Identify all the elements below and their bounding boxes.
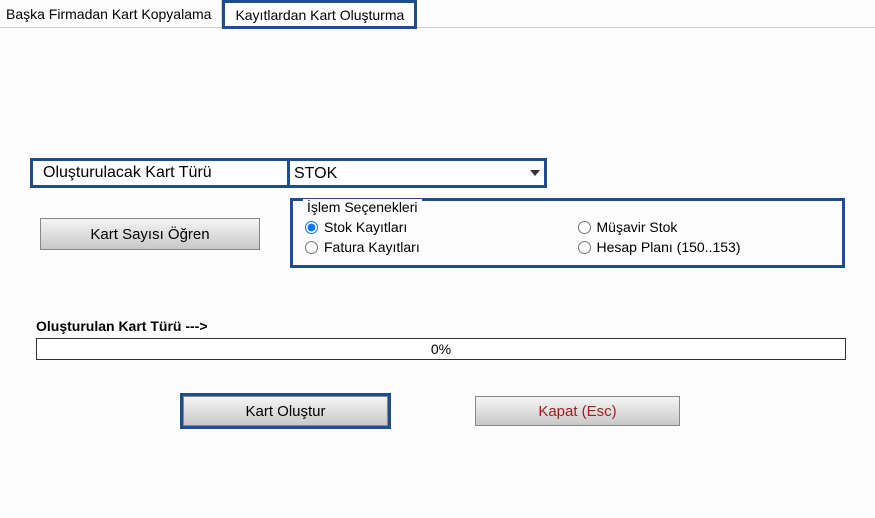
process-options-title: İşlem Seçenekleri	[303, 199, 422, 215]
process-options-group: İşlem Seçenekleri Stok Kayıtları Müşavir…	[290, 198, 845, 268]
tab-bar: Başka Firmadan Kart Kopyalama Kayıtlarda…	[0, 0, 875, 28]
create-card-button[interactable]: Kart Oluştur	[183, 396, 388, 426]
process-options-radios: Stok Kayıtları Müşavir Stok Fatura Kayıt…	[305, 219, 830, 255]
progress-bar: 0%	[36, 338, 846, 360]
radio-advisor-stock[interactable]: Müşavir Stok	[578, 219, 831, 235]
radio-advisor-stock-label: Müşavir Stok	[597, 219, 678, 235]
radio-stock-records-input[interactable]	[305, 221, 318, 234]
radio-stock-records-label: Stok Kayıtları	[324, 219, 407, 235]
radio-account-plan[interactable]: Hesap Planı (150..153)	[578, 239, 831, 255]
radio-account-plan-input[interactable]	[578, 241, 591, 254]
tab-create-from-records[interactable]: Kayıtlardan Kart Oluşturma	[222, 0, 417, 29]
radio-advisor-stock-input[interactable]	[578, 221, 591, 234]
radio-invoice-records-label: Fatura Kayıtları	[324, 239, 420, 255]
tab-content: Oluşturulacak Kart Türü STOK Kart Sayısı…	[0, 28, 875, 48]
card-type-label: Oluşturulacak Kart Türü	[30, 158, 290, 188]
card-type-select[interactable]: STOK	[290, 161, 544, 185]
tab-copy-from-firm[interactable]: Başka Firmadan Kart Kopyalama	[0, 0, 222, 27]
learn-card-count-button[interactable]: Kart Sayısı Öğren	[40, 218, 260, 250]
close-button[interactable]: Kapat (Esc)	[475, 396, 680, 426]
radio-stock-records[interactable]: Stok Kayıtları	[305, 219, 558, 235]
radio-account-plan-label: Hesap Planı (150..153)	[597, 239, 741, 255]
created-card-type-label: Oluşturulan Kart Türü --->	[36, 318, 208, 334]
create-card-button-highlight: Kart Oluştur	[180, 393, 391, 429]
radio-invoice-records-input[interactable]	[305, 241, 318, 254]
radio-invoice-records[interactable]: Fatura Kayıtları	[305, 239, 558, 255]
card-type-row: Oluşturulacak Kart Türü STOK	[30, 158, 547, 188]
card-type-select-wrap: STOK	[287, 158, 547, 188]
